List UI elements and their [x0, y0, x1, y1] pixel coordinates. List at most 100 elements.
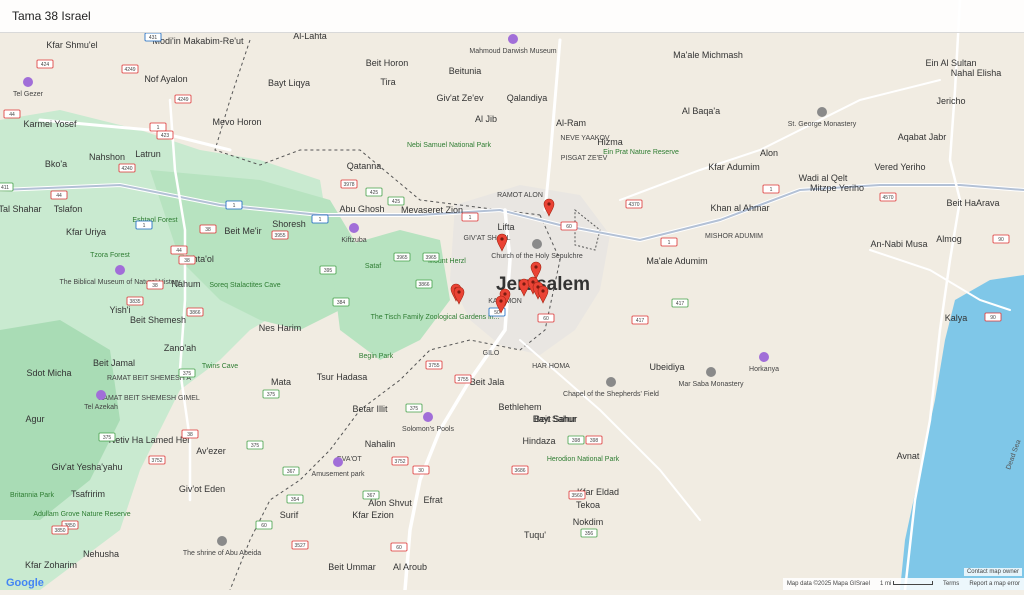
- svg-text:90: 90: [990, 315, 996, 321]
- route-shield: 4370: [625, 199, 643, 209]
- contact-map-owner-link[interactable]: Contact map owner: [963, 568, 1022, 576]
- svg-text:4249: 4249: [124, 67, 135, 73]
- poi-icon[interactable]: [423, 412, 433, 422]
- map-title: Tama 38 Israel: [12, 9, 91, 23]
- city-label: Beitunia: [449, 66, 482, 76]
- svg-text:38: 38: [184, 258, 190, 264]
- city-label: Latrun: [135, 149, 161, 159]
- poi-icon[interactable]: [23, 77, 33, 87]
- city-label: Mevo Horon: [212, 117, 261, 127]
- svg-text:4570: 4570: [882, 195, 893, 201]
- svg-text:398: 398: [590, 438, 599, 444]
- location-pin-dot: [457, 290, 461, 294]
- route-shield: 1: [461, 212, 479, 222]
- route-shield: 90: [992, 234, 1010, 244]
- city-label: Ein Al Sultan: [925, 58, 976, 68]
- svg-text:367: 367: [287, 469, 296, 475]
- svg-text:3955: 3955: [274, 233, 285, 239]
- city-label: Sdot Micha: [26, 368, 71, 378]
- poi-icon[interactable]: [217, 536, 227, 546]
- svg-text:3752: 3752: [394, 459, 405, 465]
- svg-text:3850: 3850: [54, 528, 65, 534]
- city-label: Lifta: [497, 222, 514, 232]
- city-label: Beit Jamal: [93, 358, 135, 368]
- park-label: Twins Cave: [202, 363, 238, 370]
- report-error-link[interactable]: Report a map error: [969, 581, 1020, 587]
- route-shield: 431: [144, 32, 162, 42]
- city-label: Tekoa: [576, 500, 600, 510]
- city-label: Giv'at Yesha'yahu: [52, 462, 123, 472]
- city-label: Kfar Adumim: [708, 162, 760, 172]
- route-shield: 4240: [118, 163, 136, 173]
- poi-icon[interactable]: [817, 107, 827, 117]
- location-pin-dot: [547, 202, 551, 206]
- route-shield: 1: [225, 200, 243, 210]
- svg-text:44: 44: [56, 193, 62, 199]
- city-label: Kfar Uriya: [66, 227, 106, 237]
- svg-text:375: 375: [251, 443, 260, 449]
- route-shield: 90: [984, 312, 1002, 322]
- route-shield: 1: [762, 184, 780, 194]
- svg-text:3866: 3866: [189, 310, 200, 316]
- city-label: An-Nabi Musa: [870, 239, 927, 249]
- city-label: Wadi al Qelt: [799, 173, 848, 183]
- route-shield: 367: [282, 466, 300, 476]
- city-label: Kfar Ezion: [352, 510, 394, 520]
- svg-text:3866: 3866: [418, 282, 429, 288]
- map-data-attribution: Map data ©2025 Mapa GISrael: [786, 581, 870, 587]
- poi-label: Solomon's Pools: [402, 426, 454, 433]
- map-svg[interactable]: JerusalemBethlehemBeit ShemeshMa'ale Adu…: [0, 0, 1024, 592]
- city-label: Karmei Yosef: [23, 119, 77, 129]
- park-label: Begin Park: [359, 353, 394, 360]
- svg-text:1: 1: [143, 223, 146, 229]
- route-shield: 375: [178, 368, 196, 378]
- city-label: Qatanna: [347, 161, 382, 171]
- route-shield: 30: [412, 465, 430, 475]
- park-label: Ein Prat Nature Reserve: [603, 149, 679, 156]
- scale-indicator[interactable]: 1 mi: [880, 581, 933, 587]
- neighborhood-label: GILO: [483, 350, 500, 357]
- city-label: Ma'ale Michmash: [673, 50, 743, 60]
- city-label: Shoresh: [272, 219, 306, 229]
- location-pin-dot: [522, 282, 526, 286]
- poi-label: Mar Saba Monastery: [679, 381, 744, 388]
- poi-icon[interactable]: [532, 239, 542, 249]
- poi-icon[interactable]: [606, 377, 616, 387]
- poi-icon[interactable]: [508, 34, 518, 44]
- svg-text:375: 375: [183, 371, 192, 377]
- city-label: Kfar Shmu'el: [46, 40, 97, 50]
- neighborhood-label: RAMAT BEIT SHEMESH GIMEL: [98, 395, 200, 402]
- route-shield: 38: [181, 429, 199, 439]
- city-label: Alon Shvut: [368, 498, 412, 508]
- google-logo[interactable]: Google: [6, 577, 44, 589]
- route-shield: 38: [178, 255, 196, 265]
- poi-label: Church of the Holy Sepulchre: [491, 253, 583, 260]
- poi-icon[interactable]: [706, 367, 716, 377]
- terms-link[interactable]: Terms: [943, 581, 959, 587]
- route-shield: 375: [405, 403, 423, 413]
- route-shield: 44: [170, 245, 188, 255]
- poi-icon[interactable]: [333, 457, 343, 467]
- poi-label: Horkanya: [749, 366, 779, 373]
- city-label: Bko'a: [45, 159, 67, 169]
- location-pin-dot: [499, 299, 503, 303]
- svg-text:30: 30: [418, 468, 424, 474]
- city-label: Ma'ale Adumim: [646, 256, 707, 266]
- svg-text:375: 375: [103, 435, 112, 441]
- poi-icon[interactable]: [96, 390, 106, 400]
- neighborhood-label: NEVE YAAKOV: [560, 135, 609, 142]
- svg-text:375: 375: [410, 406, 419, 412]
- attribution-bar: Map data ©2025 Mapa GISrael 1 mi Terms R…: [782, 578, 1024, 590]
- poi-icon[interactable]: [759, 352, 769, 362]
- map-canvas[interactable]: Jerusalem Bethlehem Beit Shemesh Ma'ale Adu…: [0, 0, 1024, 592]
- city-label: Beit Jala: [470, 377, 505, 387]
- route-shield: 4249: [174, 94, 192, 104]
- svg-text:3752: 3752: [151, 458, 162, 464]
- route-shield: 375: [246, 440, 264, 450]
- poi-icon[interactable]: [115, 265, 125, 275]
- route-shield: 3866: [186, 307, 204, 317]
- poi-icon[interactable]: [349, 223, 359, 233]
- svg-text:425: 425: [370, 190, 379, 196]
- city-label: Nahshon: [89, 152, 125, 162]
- city-label: Kfar Zoharim: [25, 560, 77, 570]
